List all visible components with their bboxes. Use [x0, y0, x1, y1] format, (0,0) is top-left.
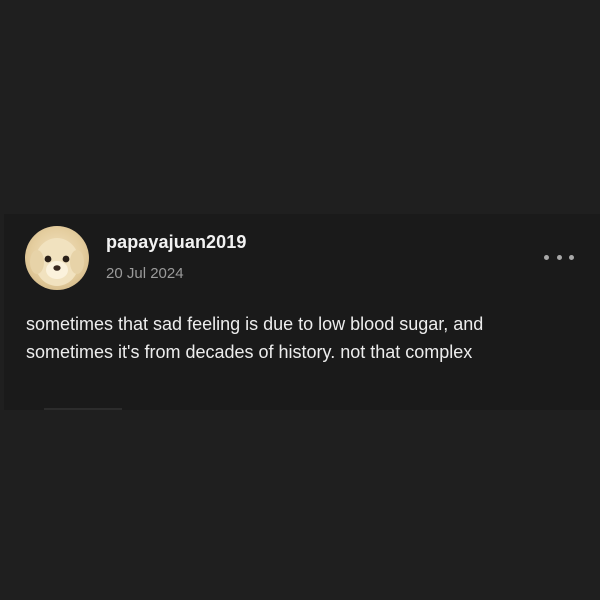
- screenshot-canvas: papayajuan2019 20 Jul 2024 sometimes tha…: [0, 0, 600, 600]
- post-body: sometimes that sad feeling is due to low…: [26, 310, 586, 366]
- card-footer-divider: [44, 408, 122, 410]
- post-card: papayajuan2019 20 Jul 2024 sometimes tha…: [4, 214, 600, 410]
- username[interactable]: papayajuan2019: [106, 232, 246, 253]
- more-options-icon-dot: [556, 254, 562, 260]
- avatar[interactable]: [25, 226, 89, 290]
- more-options-icon-dot: [544, 254, 549, 260]
- more-options-button[interactable]: [544, 250, 574, 264]
- puppy-icon: [30, 238, 84, 286]
- post-body-line: sometimes it's from decades of history. …: [26, 342, 473, 362]
- post-body-line: sometimes that sad feeling is due to low…: [26, 314, 484, 334]
- more-options-icon-dot: [569, 254, 574, 260]
- post-date: 20 Jul 2024: [106, 265, 184, 282]
